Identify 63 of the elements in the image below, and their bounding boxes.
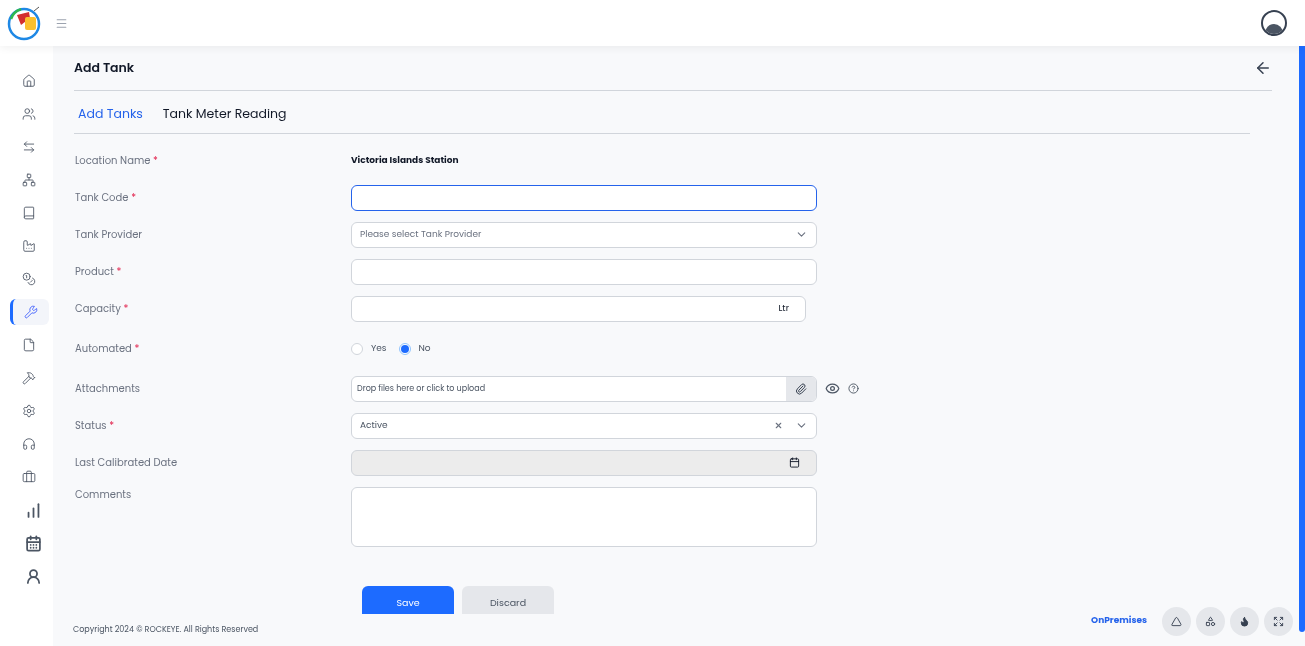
field-label: Status *	[75, 418, 116, 434]
eye-icon[interactable]	[825, 381, 840, 397]
shapes-button[interactable]	[1196, 606, 1225, 636]
paperclip-icon[interactable]	[795, 382, 807, 395]
field-label: Capacity *	[75, 301, 130, 317]
tab[interactable]: Add Tanks	[78, 105, 143, 124]
avatar-icon[interactable]	[1261, 10, 1287, 36]
user-icon	[24, 567, 42, 585]
file-upload-field[interactable]: Drop files here or click to upload	[351, 375, 817, 402]
settings-icon	[22, 404, 36, 418]
fullscreen-button[interactable]	[1264, 606, 1293, 636]
field-label: Location Name *	[75, 153, 159, 169]
radio-label: Yes	[371, 342, 387, 356]
triangle-icon	[1171, 615, 1182, 627]
field-label: Comments	[75, 486, 133, 502]
select-placeholder: Please select Tank Provider	[360, 228, 482, 242]
field-label: Tank Provider	[75, 227, 144, 243]
headset-icon	[22, 437, 36, 451]
document-icon	[22, 338, 36, 352]
field-label: Tank Code *	[75, 190, 138, 206]
home-icon	[22, 74, 36, 88]
flame-icon	[1239, 615, 1250, 627]
sidebar-item[interactable]	[9, 299, 49, 325]
clear-icon[interactable]	[774, 421, 783, 431]
shapes-icon	[1205, 615, 1216, 627]
hierarchy-icon	[22, 173, 36, 187]
select-value: Active	[360, 419, 388, 433]
users-icon	[22, 107, 36, 121]
field-label: Attachments	[75, 381, 141, 397]
radio-label: No	[418, 342, 431, 356]
page-title: Add Tank	[74, 58, 135, 78]
transfer-icon	[22, 140, 36, 154]
text-field[interactable]	[351, 184, 817, 211]
help-icon[interactable]	[848, 383, 859, 395]
triangle-button[interactable]	[1162, 606, 1191, 636]
logo-icon	[7, 5, 43, 41]
tools-icon	[23, 305, 38, 319]
comments-field[interactable]	[351, 486, 817, 547]
field-label: Last Calibrated Date	[75, 455, 179, 471]
field-label: Automated *	[75, 341, 141, 357]
fullscreen-icon	[1273, 615, 1284, 627]
unit-label: Ltr	[778, 302, 789, 316]
select-field[interactable]: Active	[351, 412, 817, 439]
deployment-mode: OnPremises	[1091, 614, 1147, 628]
flame-button[interactable]	[1230, 606, 1259, 636]
discard-button[interactable]: Discard	[462, 585, 554, 614]
select-field[interactable]: Please select Tank Provider	[351, 221, 817, 248]
factory-icon	[22, 239, 36, 253]
capacity-field[interactable]: Ltr	[351, 295, 806, 322]
upload-placeholder: Drop files here or click to upload	[356, 382, 487, 395]
hammer-icon	[22, 371, 36, 385]
briefcase-icon	[22, 470, 36, 484]
radio-button[interactable]	[351, 342, 363, 355]
location-value: Victoria Islands Station	[351, 154, 459, 168]
calendar-icon	[24, 534, 42, 552]
book-icon	[22, 206, 36, 220]
save-button[interactable]: Save	[362, 585, 454, 614]
field-label: Product *	[75, 264, 123, 280]
menu-icon[interactable]	[55, 16, 68, 30]
radio-button[interactable]	[398, 342, 411, 355]
copyright-text: Copyright 2024 © ROCKEYE. All Rights Reserved	[73, 624, 259, 636]
tab[interactable]: Tank Meter Reading	[162, 105, 287, 124]
coins-icon	[22, 272, 36, 286]
